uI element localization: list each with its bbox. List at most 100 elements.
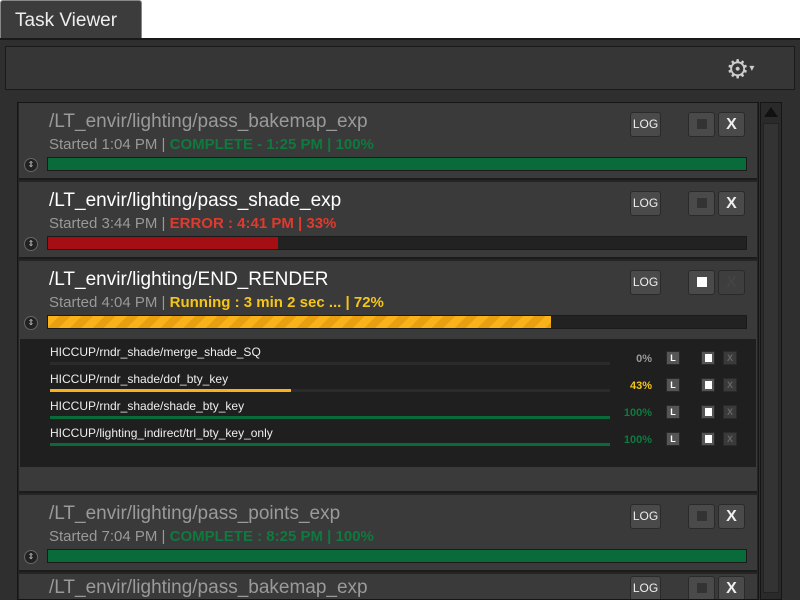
progress-bar xyxy=(47,236,747,250)
log-button[interactable]: LOG xyxy=(630,191,661,216)
task-list: /LT_envir/lighting/pass_bakemap_exp LOG … xyxy=(17,102,759,600)
subtask-stop-button[interactable] xyxy=(701,432,715,446)
subtask-stop-button[interactable] xyxy=(701,378,715,392)
progress-fill xyxy=(48,237,279,249)
progress-bar xyxy=(47,315,747,329)
stop-icon xyxy=(704,381,712,389)
subtask-stop-button[interactable] xyxy=(701,351,715,365)
close-button[interactable]: X xyxy=(718,112,745,137)
progress-fill xyxy=(48,316,551,328)
task-state: COMPLETE - 1:25 PM | 100% xyxy=(169,136,374,153)
subtask-row: HICCUP/rndr_shade/dof_bty_key 43% L X xyxy=(50,372,750,398)
stop-button[interactable] xyxy=(688,504,715,529)
subtask-log-button[interactable]: L xyxy=(666,378,680,392)
subtask-log-button[interactable]: L xyxy=(666,432,680,446)
subtask-name: HICCUP/lighting_indirect/trl_bty_key_onl… xyxy=(50,426,273,440)
task-status: Started 4:04 PM | Running : 3 min 2 sec … xyxy=(49,294,384,311)
expand-toggle-icon[interactable]: ⇕ xyxy=(24,158,38,172)
task-started: Started 1:04 PM | xyxy=(49,136,166,153)
tab-task-viewer[interactable]: Task Viewer xyxy=(0,0,142,40)
subtask-close-button[interactable]: X xyxy=(723,351,737,365)
subtask-log-button[interactable]: L xyxy=(666,351,680,365)
task-started: Started 3:44 PM | xyxy=(49,215,166,232)
stop-icon xyxy=(696,583,707,593)
subtask-progress-bar xyxy=(50,416,610,419)
task-title: /LT_envir/lighting/pass_points_exp xyxy=(49,503,341,524)
stop-icon xyxy=(704,354,712,362)
subtask-progress-bar xyxy=(50,362,610,365)
task-started: Started 7:04 PM | xyxy=(49,528,166,545)
log-button[interactable]: LOG xyxy=(630,576,661,599)
task-title: /LT_envir/lighting/pass_bakemap_exp xyxy=(49,111,368,132)
stop-icon xyxy=(704,435,712,443)
expand-toggle-icon[interactable]: ⇕ xyxy=(24,237,38,251)
progress-fill xyxy=(48,158,746,170)
subtask-progress-bar xyxy=(50,389,610,392)
task-card: /LT_envir/lighting/pass_bakemap_exp LOG … xyxy=(19,103,757,180)
subtask-percent: 100% xyxy=(623,434,652,446)
close-button[interactable]: X xyxy=(718,191,745,216)
subtask-close-button[interactable]: X xyxy=(723,378,737,392)
subtask-percent: 43% xyxy=(629,380,652,392)
expand-toggle-icon[interactable]: ⇕ xyxy=(24,550,38,564)
subtask-panel: HICCUP/rndr_shade/merge_shade_SQ 0% L X … xyxy=(20,339,756,467)
subtask-row: HICCUP/rndr_shade/shade_bty_key 100% L X xyxy=(50,399,750,425)
task-card: /LT_envir/lighting/END_RENDER LOG X Start… xyxy=(19,261,757,493)
subtask-name: HICCUP/rndr_shade/shade_bty_key xyxy=(50,399,245,413)
scrollbar[interactable] xyxy=(760,102,782,600)
subtask-row: HICCUP/rndr_shade/merge_shade_SQ 0% L X xyxy=(50,345,750,371)
stop-button[interactable] xyxy=(688,112,715,137)
stop-icon xyxy=(696,277,707,287)
settings-menu-button[interactable]: ⚙▾ xyxy=(726,56,754,82)
task-state: Running : 3 min 2 sec ... | 72% xyxy=(169,294,384,311)
log-button[interactable]: LOG xyxy=(630,270,661,295)
log-button[interactable]: LOG xyxy=(630,112,661,137)
stop-icon xyxy=(696,511,707,521)
chevron-down-icon: ▾ xyxy=(749,63,755,74)
progress-bar xyxy=(47,549,747,563)
task-state: ERROR : 4:41 PM | 33% xyxy=(169,215,337,232)
subtask-log-button[interactable]: L xyxy=(666,405,680,419)
subtask-name: HICCUP/rndr_shade/dof_bty_key xyxy=(50,372,229,386)
subtask-close-button[interactable]: X xyxy=(723,432,737,446)
task-card: /LT_envir/lighting/pass_shade_exp LOG X S… xyxy=(19,182,757,259)
subtask-percent: 0% xyxy=(636,353,652,365)
subtask-close-button[interactable]: X xyxy=(723,405,737,419)
stop-icon xyxy=(704,408,712,416)
subtask-progress-bar xyxy=(50,443,610,446)
progress-bar xyxy=(47,157,747,171)
close-button[interactable]: X xyxy=(718,270,745,295)
stop-button[interactable] xyxy=(688,191,715,216)
task-status: Started 3:44 PM | ERROR : 4:41 PM | 33% xyxy=(49,215,336,232)
gear-icon: ⚙ xyxy=(726,54,750,84)
toolbar: ⚙▾ xyxy=(5,46,795,90)
task-card: /LT_envir/lighting/pass_points_exp LOG X… xyxy=(19,495,757,572)
scrollbar-thumb[interactable] xyxy=(763,123,779,593)
stop-icon xyxy=(696,119,707,129)
stop-icon xyxy=(696,198,707,208)
progress-fill xyxy=(48,550,746,562)
subtask-progress-fill xyxy=(50,389,291,392)
subtask-progress-fill xyxy=(50,416,610,419)
subtask-percent: 100% xyxy=(623,407,652,419)
task-status: Started 1:04 PM | COMPLETE - 1:25 PM | 1… xyxy=(49,136,374,153)
task-card: /LT_envir/lighting/pass_bakemap_exp LOG … xyxy=(19,574,757,599)
task-title: /LT_envir/lighting/END_RENDER xyxy=(49,269,329,290)
subtask-name: HICCUP/rndr_shade/merge_shade_SQ xyxy=(50,345,261,359)
log-button[interactable]: LOG xyxy=(630,504,661,529)
stop-button[interactable] xyxy=(688,576,715,599)
task-started: Started 4:04 PM | xyxy=(49,294,166,311)
task-viewer-window: ⚙▾ /LT_envir/lighting/pass_bakemap_exp L… xyxy=(0,38,800,600)
stop-button[interactable] xyxy=(688,270,715,295)
task-title: /LT_envir/lighting/pass_bakemap_exp xyxy=(49,577,368,598)
task-state: COMPLETE : 8:25 PM | 100% xyxy=(169,528,374,545)
expand-toggle-icon[interactable]: ⇕ xyxy=(24,316,38,330)
subtask-row: HICCUP/lighting_indirect/trl_bty_key_onl… xyxy=(50,426,750,452)
scroll-up-icon[interactable] xyxy=(764,107,778,117)
task-status: Started 7:04 PM | COMPLETE : 8:25 PM | 1… xyxy=(49,528,374,545)
close-button[interactable]: X xyxy=(718,576,745,599)
subtask-stop-button[interactable] xyxy=(701,405,715,419)
subtask-progress-fill xyxy=(50,443,610,446)
close-button[interactable]: X xyxy=(718,504,745,529)
task-title: /LT_envir/lighting/pass_shade_exp xyxy=(49,190,342,211)
